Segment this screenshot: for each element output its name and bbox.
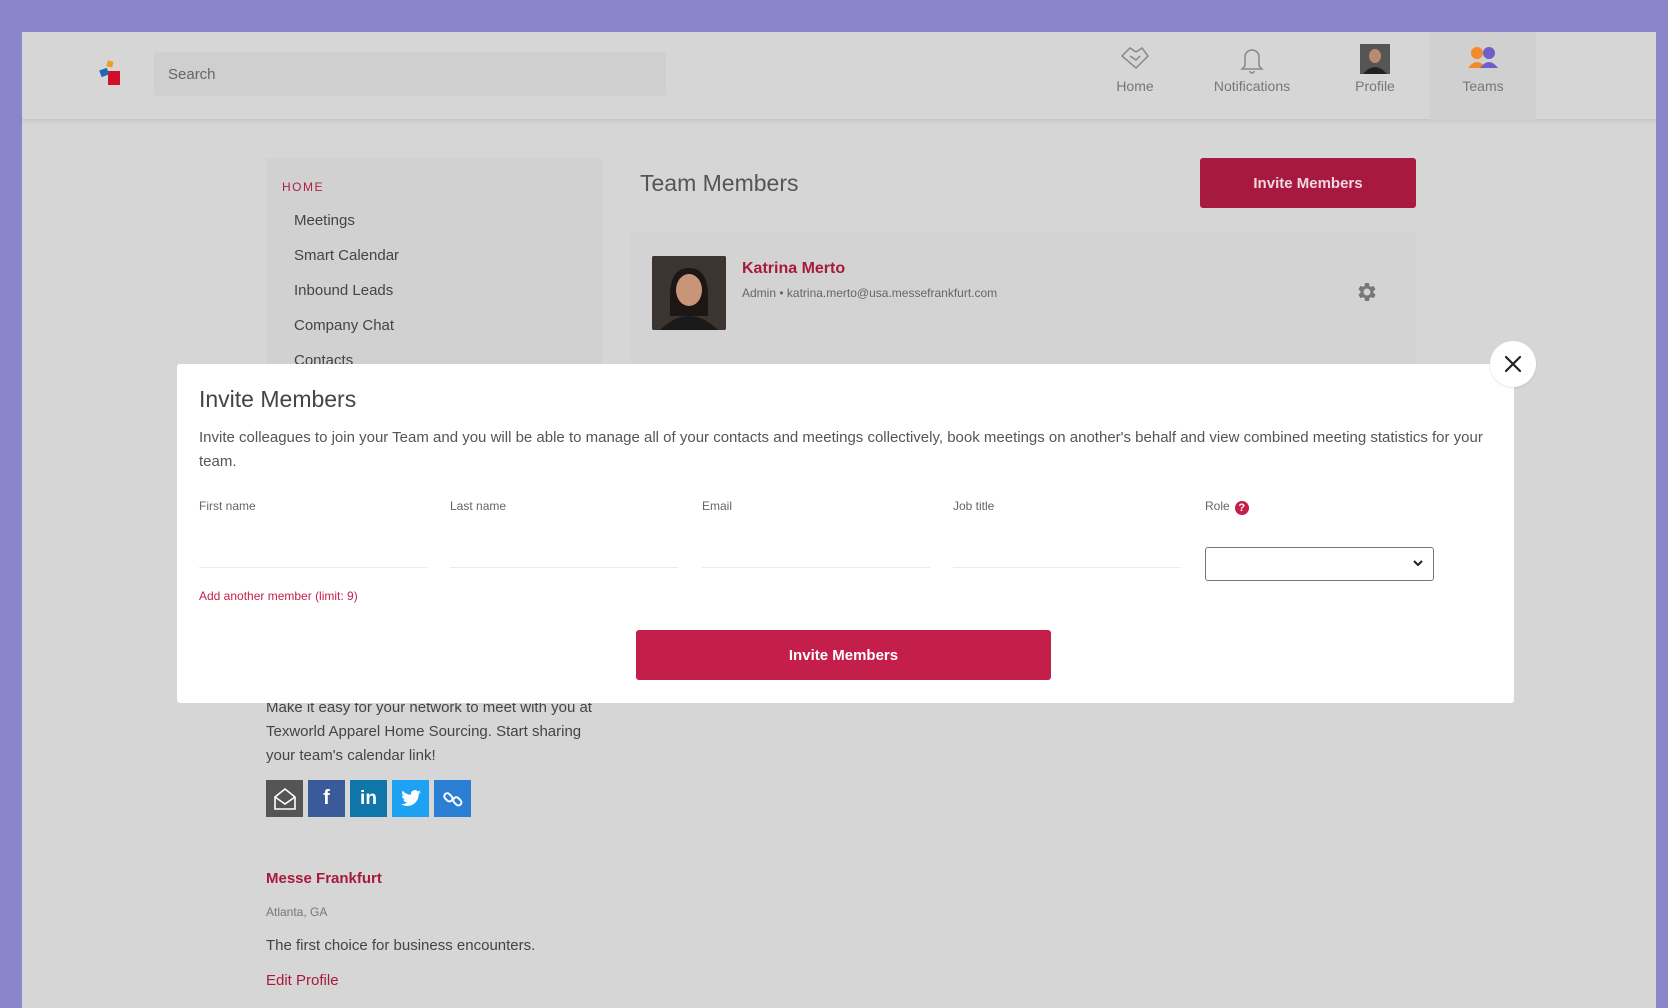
nav-profile-label: Profile xyxy=(1355,78,1395,94)
gear-icon[interactable] xyxy=(1354,280,1378,304)
page-title: Team Members xyxy=(640,170,799,196)
share-email-icon[interactable] xyxy=(266,780,303,817)
add-another-member-link[interactable]: Add another member (limit: 9) xyxy=(199,589,358,603)
invite-members-modal: Invite Members Invite colleagues to join… xyxy=(177,364,1514,703)
sidebar-item-inbound-leads[interactable]: Inbound Leads xyxy=(294,282,393,299)
email-label: Email xyxy=(702,499,733,513)
nav-teams-label: Teams xyxy=(1462,78,1504,94)
company-location: Atlanta, GA xyxy=(266,905,328,919)
chevron-down-icon xyxy=(1413,560,1423,567)
job-title-field[interactable] xyxy=(953,532,1181,568)
nav-home-label: Home xyxy=(1116,78,1154,94)
nav-notifications[interactable]: Notifications xyxy=(1212,44,1292,94)
email-field[interactable] xyxy=(702,532,930,568)
share-icons-row: f in xyxy=(266,780,471,817)
bullet-separator: • xyxy=(779,286,787,300)
role-label-wrap: Role? xyxy=(1205,499,1249,515)
job-title-label: Job title xyxy=(953,499,995,513)
invite-members-button[interactable]: Invite Members xyxy=(1200,158,1416,208)
search-input[interactable] xyxy=(154,52,666,96)
modal-description: Invite colleagues to join your Team and … xyxy=(199,429,1483,470)
nav-profile[interactable]: Profile xyxy=(1350,44,1400,94)
bell-icon xyxy=(1240,49,1264,74)
role-select[interactable] xyxy=(1205,547,1434,581)
handshake-icon xyxy=(1120,46,1149,70)
first-name-label: First name xyxy=(199,499,256,513)
member-avatar xyxy=(652,256,726,330)
member-role: Admin xyxy=(742,286,777,300)
copy-link-icon[interactable] xyxy=(434,780,471,817)
nav-teams[interactable]: Teams xyxy=(1430,32,1536,120)
nav-home[interactable]: Home xyxy=(1110,44,1160,94)
linkedin-icon[interactable]: in xyxy=(350,780,387,817)
brand-logo-icon[interactable] xyxy=(98,59,122,89)
sidebar-menu: HOME Meetings Smart Calendar Inbound Lea… xyxy=(266,158,602,394)
facebook-icon[interactable]: f xyxy=(308,780,345,817)
twitter-icon[interactable] xyxy=(392,780,429,817)
edit-profile-link[interactable]: Edit Profile xyxy=(266,972,339,989)
member-photo-icon xyxy=(652,256,726,330)
last-name-field[interactable] xyxy=(450,532,678,568)
submit-invite-button[interactable]: Invite Members xyxy=(636,630,1051,680)
close-icon xyxy=(1504,355,1522,373)
modal-title: Invite Members xyxy=(199,386,357,412)
last-name-label: Last name xyxy=(450,499,507,513)
member-email: katrina.merto@usa.messefrankfurt.com xyxy=(786,286,998,300)
company-tagline: The first choice for business encounters… xyxy=(266,937,536,954)
role-label: Role xyxy=(1205,499,1230,513)
profile-avatar-icon xyxy=(1360,44,1390,74)
share-calendar-text: Make it easy for your network to meet wi… xyxy=(266,699,592,764)
first-name-field[interactable] xyxy=(199,532,427,568)
close-modal-button[interactable] xyxy=(1490,341,1536,387)
sidebar-item-meetings[interactable]: Meetings xyxy=(294,212,355,229)
company-name[interactable]: Messe Frankfurt xyxy=(266,870,382,887)
sidebar-item-company-chat[interactable]: Company Chat xyxy=(294,317,394,334)
sidebar-item-smart-calendar[interactable]: Smart Calendar xyxy=(294,247,399,264)
top-bar: Home Notifications Profile Te xyxy=(22,32,1656,120)
member-name[interactable]: Katrina Merto xyxy=(742,260,845,278)
nav-notifications-label: Notifications xyxy=(1213,78,1291,94)
sidebar-heading: HOME xyxy=(282,180,324,194)
teams-icon xyxy=(1468,47,1498,68)
help-icon[interactable]: ? xyxy=(1234,501,1249,515)
member-meta: Admin • katrina.merto@usa.messefrankfurt… xyxy=(742,286,997,300)
